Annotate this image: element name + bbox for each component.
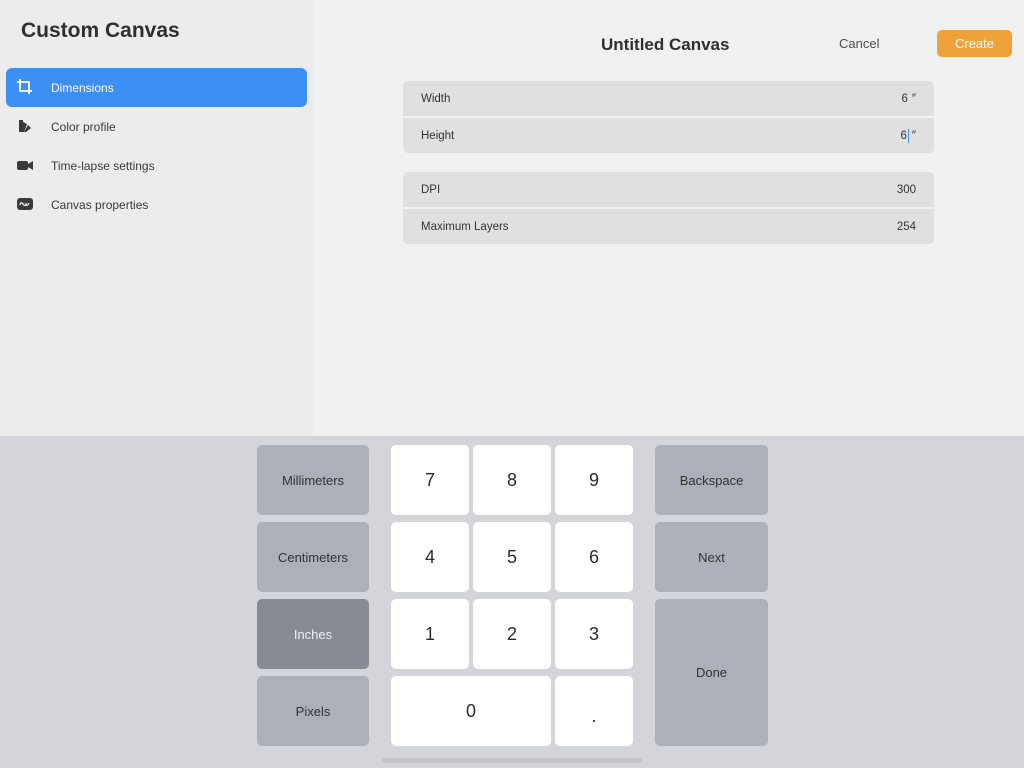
sidebar: Custom Canvas Dimensions Color profile T… (0, 0, 313, 436)
width-value-group: 6 ″ (902, 93, 916, 105)
key-7[interactable]: 7 (391, 445, 469, 515)
width-label: Width (421, 92, 451, 105)
key-4[interactable]: 4 (391, 522, 469, 592)
height-value-group: 6 ″ (900, 128, 916, 143)
page-title: Untitled Canvas (601, 35, 730, 54)
sidebar-item-dimensions[interactable]: Dimensions (6, 68, 307, 107)
video-camera-icon (17, 161, 33, 170)
sidebar-item-label: Time-lapse settings (51, 158, 155, 173)
max-layers-label: Maximum Layers (421, 220, 509, 233)
next-button[interactable]: Next (655, 522, 768, 592)
main-panel: Untitled Canvas Cancel Create Width 6 ″ … (313, 0, 1024, 436)
create-button[interactable]: Create (937, 30, 1012, 57)
dpi-field[interactable]: DPI 300 (403, 172, 934, 207)
unit-centimeters-button[interactable]: Centimeters (257, 522, 369, 592)
text-caret (907, 128, 909, 143)
width-field[interactable]: Width 6 ″ (403, 81, 934, 116)
backspace-button[interactable]: Backspace (655, 445, 768, 515)
height-unit: ″ (911, 129, 916, 142)
done-button[interactable]: Done (655, 599, 768, 746)
key-3[interactable]: 3 (555, 599, 633, 669)
cancel-button[interactable]: Cancel (839, 36, 879, 51)
unit-pixels-button[interactable]: Pixels (257, 676, 369, 746)
home-indicator[interactable] (382, 758, 642, 763)
dpi-value: 300 (896, 183, 916, 196)
max-layers-field[interactable]: Maximum Layers 254 (403, 209, 934, 244)
height-field[interactable]: Height 6 ″ (403, 118, 934, 153)
sidebar-item-label: Dimensions (51, 80, 114, 95)
color-swatch-icon (19, 120, 31, 132)
key-5[interactable]: 5 (473, 522, 551, 592)
sidebar-item-time-lapse[interactable]: Time-lapse settings (6, 146, 307, 185)
sidebar-item-canvas-properties[interactable]: Canvas properties (6, 185, 307, 224)
key-8[interactable]: 8 (473, 445, 551, 515)
waveform-icon (17, 198, 33, 210)
max-layers-value: 254 (896, 220, 916, 233)
sidebar-item-label: Canvas properties (51, 197, 149, 212)
height-value: 6 (900, 129, 907, 142)
unit-millimeters-button[interactable]: Millimeters (257, 445, 369, 515)
dpi-label: DPI (421, 183, 441, 196)
key-decimal[interactable]: . (555, 676, 633, 746)
key-9[interactable]: 9 (555, 445, 633, 515)
key-0[interactable]: 0 (391, 676, 551, 746)
width-unit: ″ (911, 92, 916, 105)
sidebar-item-color-profile[interactable]: Color profile (6, 107, 307, 146)
height-label: Height (421, 129, 455, 142)
sidebar-title: Custom Canvas (21, 19, 180, 42)
crop-icon (17, 79, 32, 94)
key-1[interactable]: 1 (391, 599, 469, 669)
sidebar-item-label: Color profile (51, 119, 116, 134)
key-6[interactable]: 6 (555, 522, 633, 592)
width-value: 6 (901, 92, 908, 105)
unit-inches-button[interactable]: Inches (257, 599, 369, 669)
key-2[interactable]: 2 (473, 599, 551, 669)
